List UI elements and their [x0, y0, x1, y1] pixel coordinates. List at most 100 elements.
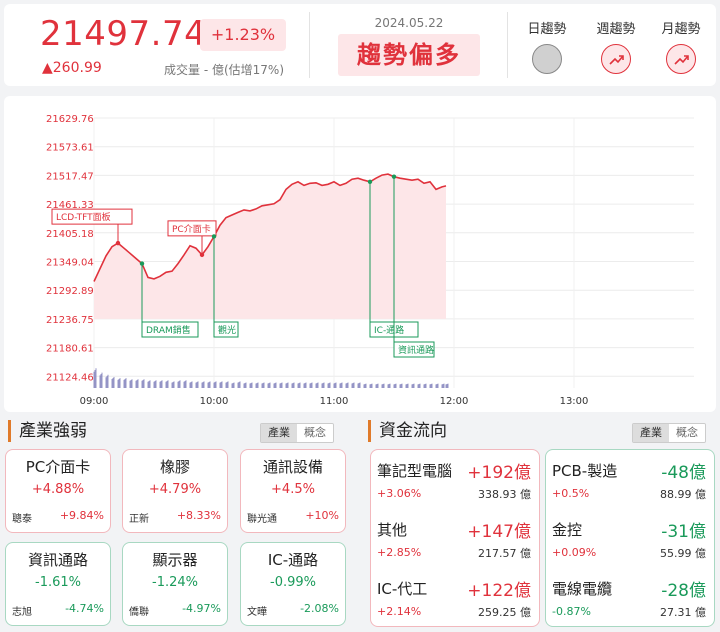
fund-row[interactable]: 電線電纜 -28億 -0.87% 27.31 億 [546, 572, 714, 628]
fund-value: 27.31 億 [660, 606, 706, 619]
top-stock: 聯光通 [247, 514, 277, 525]
annotation-label: 觀光 [218, 324, 236, 336]
fund-industry-name: PCB-製造 [552, 462, 618, 480]
fund-row[interactable]: IC-代工 +122億 +2.14% 259.25 億 [371, 572, 539, 628]
annotation-label: IC-通路 [374, 324, 404, 336]
annotation-label: DRAM銷售 [146, 324, 191, 336]
annotation-dot [115, 240, 121, 246]
y-tick-label: 21124.46 [46, 372, 94, 383]
fund-pct: +0.09% [552, 546, 597, 559]
y-tick-label: 21517.47 [46, 171, 94, 182]
fund-amount: +192億 [467, 463, 531, 483]
fund-pct: +3.06% [377, 487, 422, 500]
annotation-label: 資訊通路 [398, 344, 434, 356]
industry-name: 資訊通路 [27, 551, 88, 569]
industry-strength-title: 產業強弱 [8, 420, 87, 442]
annotation-dot [391, 174, 397, 179]
divider [309, 12, 310, 78]
top-stock-pct: +10% [305, 509, 339, 522]
top-stock: 志旭 [12, 607, 32, 618]
fund-inflow-box: 筆記型電腦 +192億 +3.06% 338.93 億 其他 +147億 +2.… [370, 449, 540, 627]
trade-date: 2024.05.22 [374, 16, 444, 30]
industry-box[interactable]: IC-通路 -0.99% 文曄 -2.08% [240, 542, 346, 626]
fund-value: 88.99 億 [660, 488, 706, 501]
top-stock: 僑聯 [129, 607, 149, 618]
annotation-dot [199, 252, 205, 258]
volume-text: 成交量 - 億(估增17%) [164, 63, 284, 77]
industry-name: 通訊設備 [262, 458, 323, 476]
fund-value: 217.57 億 [478, 547, 531, 560]
industry-name: IC-通路 [267, 551, 319, 569]
toggle-industry[interactable]: 產業 [261, 424, 297, 442]
fund-amount: +122億 [467, 581, 531, 601]
monthly-trend-up-icon[interactable] [666, 44, 696, 74]
divider [507, 12, 508, 78]
fund-row[interactable]: 筆記型電腦 +192億 +3.06% 338.93 億 [371, 454, 539, 510]
toggle-industry[interactable]: 產業 [633, 424, 669, 442]
industry-pct: -1.24% [152, 575, 198, 590]
top-stock: 文曄 [247, 607, 267, 618]
industry-box[interactable]: PC介面卡 +4.88% 聰泰 +9.84% [5, 449, 111, 533]
top-stock-pct: +9.84% [59, 509, 104, 522]
industry-pct: -0.99% [270, 575, 316, 590]
intraday-chart[interactable]: 21629.76 21573.61 21517.47 21461.33 21405.18… [4, 96, 716, 412]
weekly-trend-label: 週趨勢 [596, 22, 636, 37]
weekly-trend-up-icon[interactable] [601, 44, 631, 74]
fund-industry-name: 筆記型電腦 [377, 462, 453, 480]
daily-trend-neutral-icon[interactable] [532, 44, 562, 74]
fund-row[interactable]: 金控 -31億 +0.09% 55.99 億 [546, 513, 714, 569]
fund-value: 55.99 億 [660, 547, 706, 560]
fund-flow-title: 資金流向 [368, 420, 447, 442]
y-tick-label: 21629.76 [46, 114, 94, 125]
fund-amount: +147億 [467, 522, 531, 542]
industry-name: 顯示器 [152, 551, 198, 569]
fund-industry-name: IC-代工 [377, 580, 428, 598]
fund-amount: -28億 [661, 581, 706, 601]
top-stock: 正新 [129, 514, 149, 525]
top-stock-pct: -4.97% [182, 602, 221, 615]
monthly-trend-label: 月趨勢 [661, 22, 701, 37]
fund-pct: +2.14% [377, 605, 422, 618]
x-tick-label: 13:00 [560, 396, 589, 407]
annotation-dot [139, 261, 145, 266]
index-price: 21497.74 [40, 14, 207, 54]
fund-row[interactable]: 其他 +147億 +2.85% 217.57 億 [371, 513, 539, 569]
fund-amount: -48億 [661, 463, 706, 483]
fund-industry-name: 其他 [377, 521, 408, 539]
industry-box[interactable]: 資訊通路 -1.61% 志旭 -4.74% [5, 542, 111, 626]
industry-pct: +4.88% [31, 482, 85, 497]
annotation-label: PC介面卡 [172, 223, 211, 235]
fund-pct: +0.5% [552, 487, 590, 500]
industry-box[interactable]: 顯示器 -1.24% 僑聯 -4.97% [122, 542, 228, 626]
toggle-concept[interactable]: 概念 [297, 424, 333, 442]
fund-value: 338.93 億 [478, 488, 531, 501]
x-tick-label: 10:00 [200, 396, 229, 407]
annotation-dot [211, 234, 217, 239]
y-tick-label: 21180.61 [46, 344, 94, 355]
top-stock: 聰泰 [12, 514, 32, 525]
industry-box[interactable]: 橡膠 +4.79% 正新 +8.33% [122, 449, 228, 533]
fund-industry-name: 電線電纜 [552, 580, 613, 598]
top-stock-pct: -4.74% [65, 602, 104, 615]
fund-outflow-box: PCB-製造 -48億 +0.5% 88.99 億 金控 -31億 +0.09%… [545, 449, 715, 627]
y-tick-label: 21349.04 [46, 258, 94, 269]
annotation-label: LCD-TFT面板 [56, 211, 111, 223]
price-area [94, 174, 446, 319]
y-tick-label: 21236.75 [46, 315, 94, 326]
industry-toggle: 產業 概念 [260, 423, 334, 443]
toggle-concept[interactable]: 概念 [669, 424, 705, 442]
annotation-dot [367, 179, 373, 184]
top-stock-pct: -2.08% [300, 602, 339, 615]
industry-box[interactable]: 通訊設備 +4.5% 聯光通 +10% [240, 449, 346, 533]
x-tick-label: 12:00 [440, 396, 469, 407]
industry-pct: -1.61% [35, 575, 81, 590]
change-points: ▲260.99 [42, 60, 102, 76]
daily-trend-label: 日趨勢 [527, 22, 567, 37]
top-stock-pct: +8.33% [176, 509, 221, 522]
fund-value: 259.25 億 [478, 606, 531, 619]
fund-row[interactable]: PCB-製造 -48億 +0.5% 88.99 億 [546, 454, 714, 510]
fund-industry-name: 金控 [552, 521, 583, 539]
y-tick-label: 21292.89 [46, 286, 94, 297]
industry-pct: +4.5% [271, 482, 315, 497]
x-tick-label: 11:00 [320, 396, 349, 407]
